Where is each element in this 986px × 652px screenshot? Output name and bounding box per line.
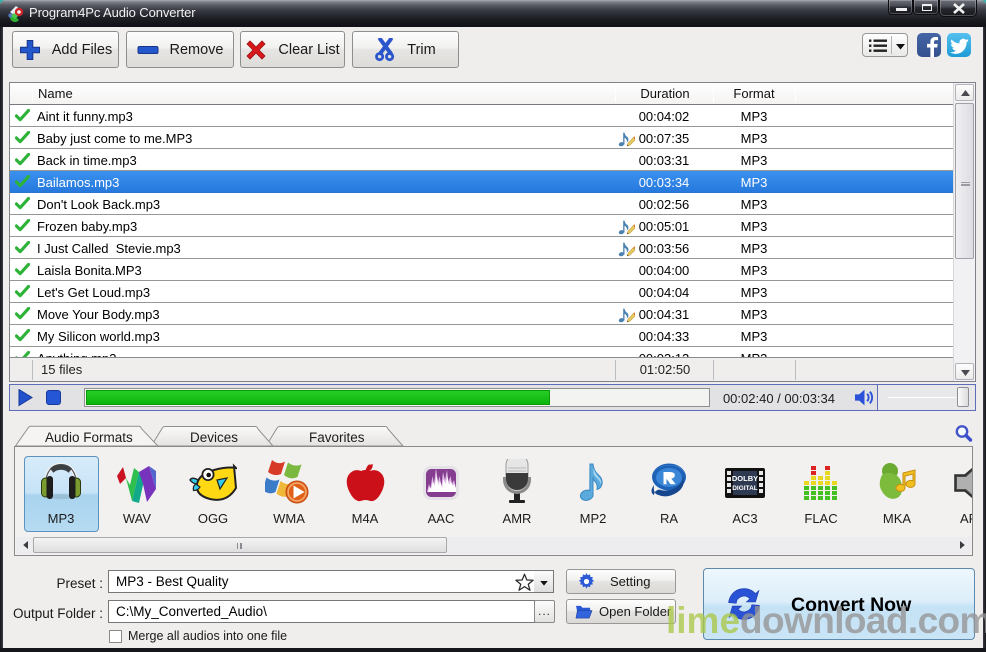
svg-text:DOLBY: DOLBY — [732, 474, 758, 483]
svg-text:DIGITAL: DIGITAL — [732, 485, 758, 492]
